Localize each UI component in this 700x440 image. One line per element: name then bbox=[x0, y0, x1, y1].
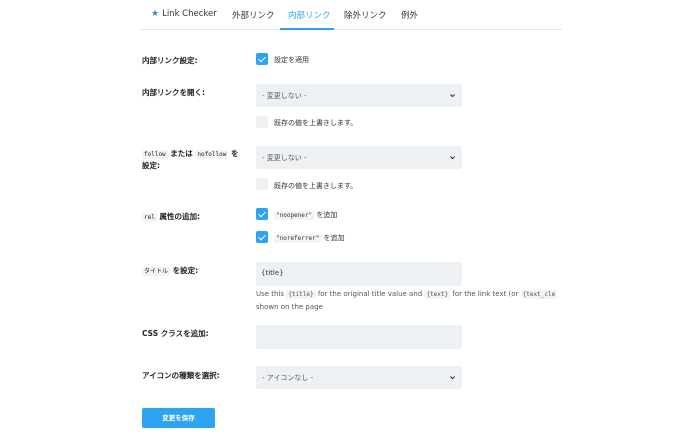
icon-type-label: アイコンの種類を選択: bbox=[142, 371, 220, 380]
chevron-down-icon bbox=[450, 94, 455, 98]
help-text: for the link text (or bbox=[450, 290, 521, 298]
noreferrer-code: "noreferrer" bbox=[274, 234, 322, 243]
noreferrer-label: "noreferrer" を追加 bbox=[274, 233, 345, 243]
tab-external-links[interactable]: 外部リンク bbox=[232, 9, 275, 21]
follow-overwrite-checkbox[interactable] bbox=[256, 178, 268, 190]
follow-select[interactable]: - 変更しない - bbox=[256, 146, 462, 169]
title-input-value: {title} bbox=[261, 269, 284, 277]
noreferrer-label-text: を追加 bbox=[321, 234, 345, 242]
icon-type-select[interactable]: - アイコンなし - bbox=[256, 366, 462, 389]
css-class-label: CSS クラスを追加: bbox=[142, 329, 209, 338]
title-input[interactable]: {title} bbox=[256, 262, 462, 286]
follow-label-line2: 設定: bbox=[142, 161, 160, 170]
icon-type-select-value: - アイコンなし - bbox=[262, 374, 314, 382]
open-links-label: 内部リンクを開く: bbox=[142, 88, 205, 97]
follow-overwrite-label: 既存の値を上書きします。 bbox=[274, 182, 358, 190]
css-class-input[interactable] bbox=[256, 325, 462, 349]
tab-bar: ★ Link Checker 外部リンク 内部リンク 除外リンク 例外 bbox=[140, 0, 562, 30]
help-text: for the original title value and bbox=[315, 290, 425, 298]
rel-code: rel bbox=[142, 213, 157, 222]
chevron-down-icon bbox=[450, 156, 455, 160]
noreferrer-checkbox[interactable] bbox=[256, 231, 268, 243]
title-help-line1: Use this {title} for the original title … bbox=[256, 288, 562, 301]
tab-internal-links[interactable]: 内部リンク bbox=[288, 9, 331, 21]
tab-exceptions[interactable]: 例外 bbox=[401, 9, 418, 21]
noopener-checkbox[interactable] bbox=[256, 208, 268, 220]
help-code-title: {title} bbox=[286, 290, 316, 299]
open-links-select-value: - 変更しない - bbox=[262, 92, 307, 100]
chevron-down-icon bbox=[450, 376, 455, 380]
apply-settings-checkbox[interactable] bbox=[256, 53, 268, 65]
rel-label: rel 属性の追加: bbox=[142, 211, 200, 222]
rel-label-text: 属性の追加: bbox=[156, 212, 200, 221]
title-label-text: を設定: bbox=[170, 266, 199, 275]
help-text: Use this bbox=[256, 290, 287, 298]
title-code: タイトル bbox=[142, 267, 171, 276]
help-code-text: {text} bbox=[424, 290, 451, 299]
title-help-text: Use this {title} for the original title … bbox=[256, 288, 566, 313]
noopener-label: "noopener" を追加 bbox=[274, 210, 337, 220]
help-code-text-clean: {text_cle bbox=[520, 290, 558, 299]
open-links-overwrite-checkbox[interactable] bbox=[256, 116, 268, 128]
follow-code: follow bbox=[142, 150, 168, 159]
open-links-overwrite-label: 既存の値を上書きします。 bbox=[274, 119, 358, 127]
follow-label: follow または nofollow を 設定: bbox=[142, 148, 238, 171]
title-help-line2: shown on the page bbox=[256, 303, 323, 311]
follow-label-text: または bbox=[167, 149, 196, 158]
active-tab-indicator bbox=[280, 28, 334, 30]
nofollow-code: nofollow bbox=[195, 150, 229, 159]
open-links-select[interactable]: - 変更しない - bbox=[256, 84, 462, 107]
follow-select-value: - 変更しない - bbox=[262, 154, 307, 162]
tab-excluded-links[interactable]: 除外リンク bbox=[344, 9, 387, 21]
tab-label: Link Checker bbox=[162, 9, 217, 19]
noopener-code: "noopener" bbox=[274, 211, 315, 220]
save-button[interactable]: 変更を保存 bbox=[142, 408, 215, 428]
title-label: タイトル を設定: bbox=[142, 265, 198, 276]
tab-link-checker[interactable]: ★ Link Checker bbox=[151, 9, 217, 19]
star-icon: ★ bbox=[151, 9, 160, 19]
noopener-label-text: を追加 bbox=[314, 211, 338, 219]
follow-label-text2: を bbox=[228, 149, 239, 158]
apply-settings-label: 内部リンク設定: bbox=[142, 56, 198, 65]
apply-settings-checkbox-label: 設定を適用 bbox=[274, 56, 309, 64]
